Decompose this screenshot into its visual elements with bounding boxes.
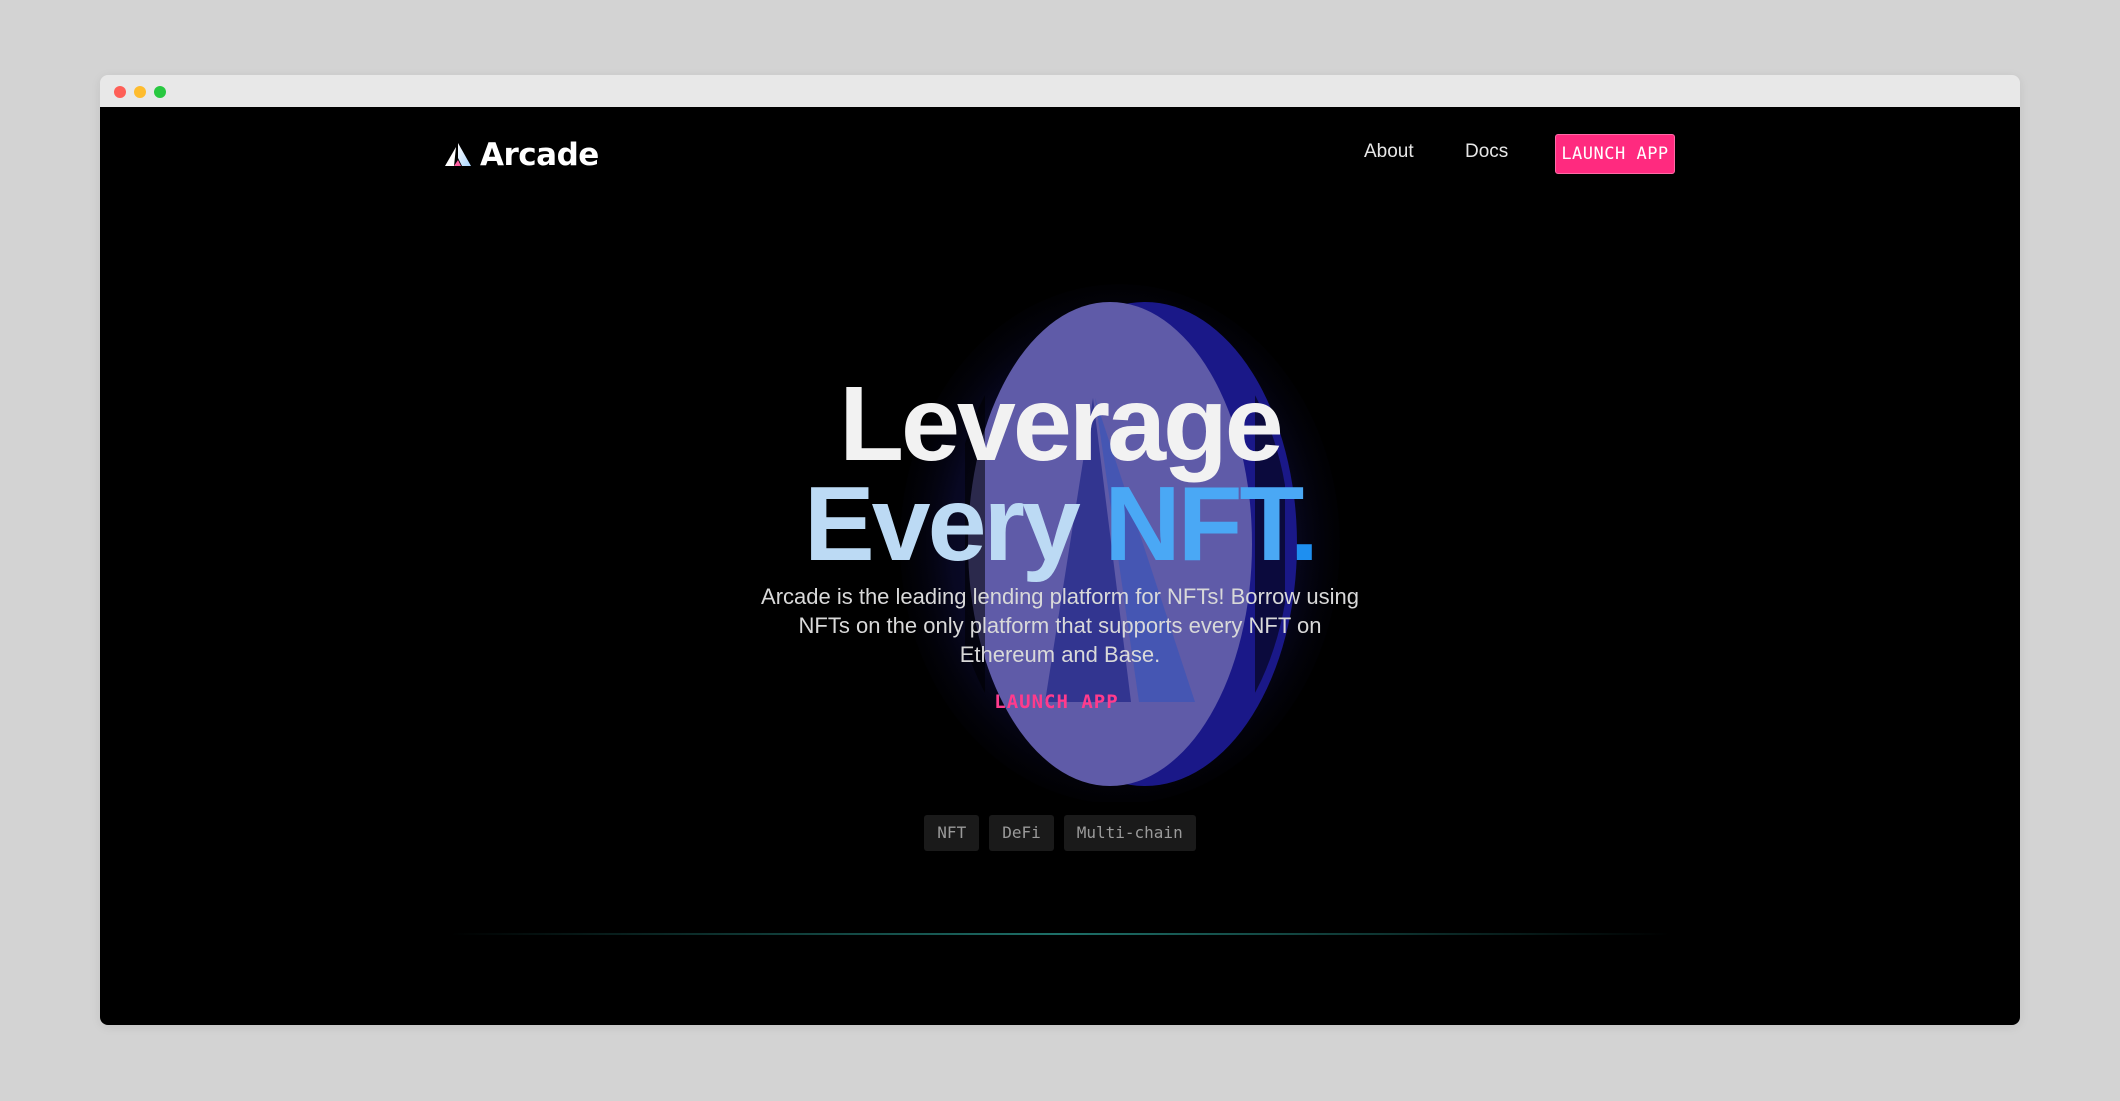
launch-app-nav-button[interactable]: LAUNCH APP <box>1555 134 1675 174</box>
tag-defi: DeFi <box>989 815 1054 851</box>
page-viewport: Arcade About Docs LAUNCH APP Leverage Ev… <box>100 107 2020 1025</box>
maximize-window-button[interactable] <box>154 86 166 98</box>
close-window-button[interactable] <box>114 86 126 98</box>
nav-docs-link[interactable]: Docs <box>1465 141 1508 163</box>
browser-window: Arcade About Docs LAUNCH APP Leverage Ev… <box>100 75 2020 1025</box>
tag-nft: NFT <box>924 815 980 851</box>
hero-title-period: . <box>1289 465 1320 583</box>
hero-title-line2: Every NFT. <box>100 469 2020 579</box>
brand-name: Arcade <box>480 137 599 173</box>
hero-title-every: Every <box>803 465 1081 583</box>
tag-multi-chain: Multi-chain <box>1063 815 1196 851</box>
nav-about-link[interactable]: About <box>1364 141 1414 163</box>
window-titlebar <box>100 75 2020 107</box>
section-divider <box>450 933 1670 935</box>
tag-list: NFT DeFi Multi-chain <box>100 815 2020 851</box>
minimize-window-button[interactable] <box>134 86 146 98</box>
top-navigation: Arcade About Docs LAUNCH APP <box>100 107 2020 217</box>
hero-subtitle: Arcade is the leading lending platform f… <box>761 584 1359 667</box>
arcade-logo-icon <box>445 143 471 166</box>
logo-link[interactable]: Arcade <box>444 135 599 175</box>
launch-app-hero-link[interactable]: LAUNCH APP <box>100 691 2013 713</box>
hero-title-line1: Leverage <box>839 365 1284 483</box>
hero-title-nft: NFT <box>1104 465 1292 583</box>
